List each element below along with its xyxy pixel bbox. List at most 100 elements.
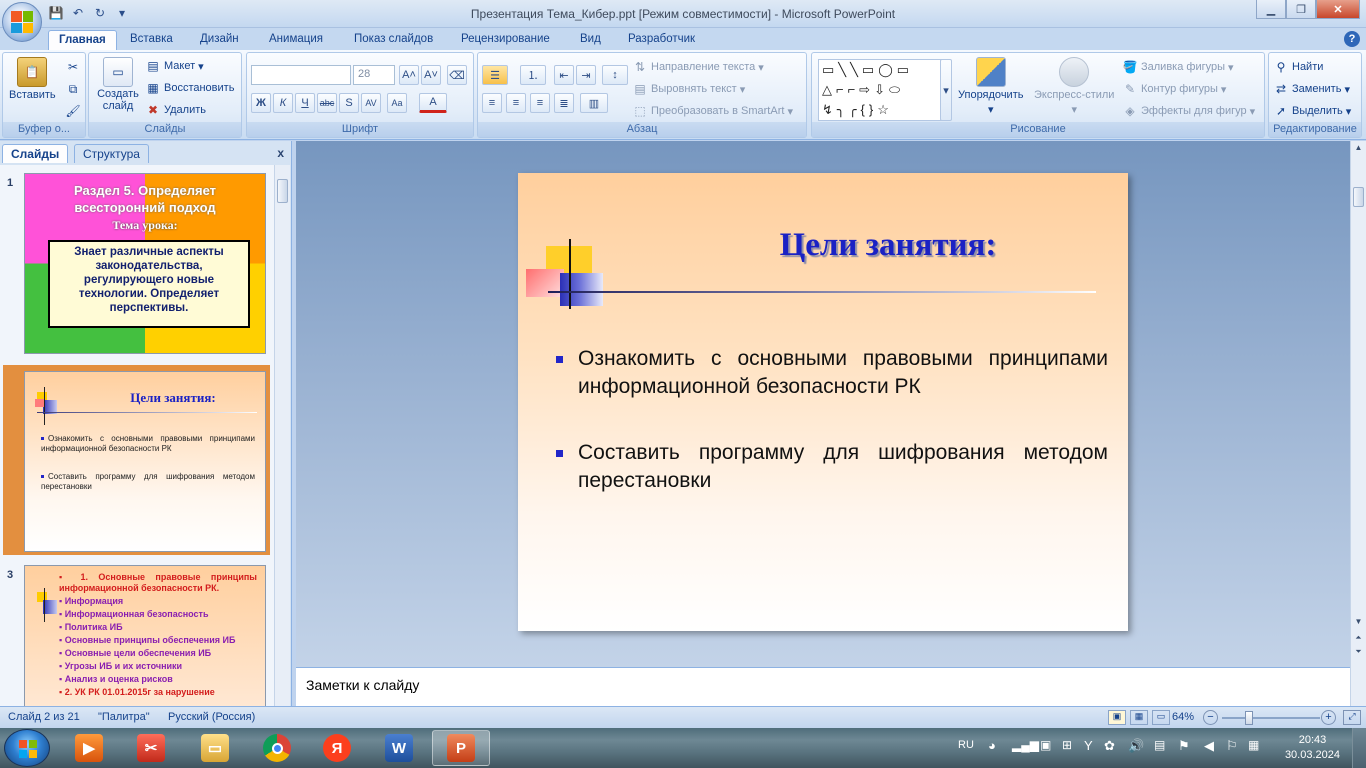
tray-icon-2[interactable]: ▤: [1154, 738, 1165, 752]
tab-slides[interactable]: Слайды: [2, 144, 69, 163]
shadow-button[interactable]: S: [339, 93, 359, 113]
font-color-button[interactable]: A: [419, 93, 447, 113]
scroll-up-icon[interactable]: ▲: [1353, 143, 1364, 154]
underline-button[interactable]: Ч: [295, 93, 315, 113]
find-button[interactable]: ⚲ Найти: [1273, 59, 1324, 75]
slide-thumbnail-2[interactable]: Цели занятия: Ознакомить с основными пра…: [24, 371, 266, 552]
taskbar-explorer[interactable]: ▭: [186, 730, 244, 766]
tab-slideshow[interactable]: Показ слайдов: [354, 30, 433, 50]
notes-pane[interactable]: Заметки к слайду: [296, 667, 1350, 706]
flag-icon[interactable]: ⚑: [1178, 738, 1190, 754]
format-painter-icon[interactable]: 🖌: [65, 103, 81, 119]
quick-styles-button[interactable]: Экспресс-стили ▾: [1034, 57, 1114, 116]
taskbar-app-red[interactable]: ✂: [122, 730, 180, 766]
tab-view[interactable]: Вид: [580, 30, 601, 50]
tray-app-icon[interactable]: ▣: [1040, 738, 1051, 752]
taskbar-word[interactable]: W: [370, 730, 428, 766]
start-button[interactable]: [4, 729, 50, 767]
tab-design[interactable]: Дизайн: [200, 30, 239, 50]
zoom-in-icon[interactable]: +: [1321, 710, 1336, 725]
fit-window-icon[interactable]: ⤢: [1343, 710, 1361, 725]
network-icon[interactable]: ⊞: [1062, 738, 1072, 752]
tab-developer[interactable]: Разработчик: [628, 30, 695, 50]
scroll-down-icon[interactable]: ▼: [1353, 617, 1364, 628]
strikethrough-button[interactable]: abc: [317, 93, 337, 113]
taskbar-yandex[interactable]: Я: [308, 730, 366, 766]
tab-insert[interactable]: Вставка: [130, 30, 173, 50]
shapes-more-button[interactable]: ▾: [940, 59, 952, 121]
slide-bullets[interactable]: Ознакомить с основными правовыми принцип…: [556, 345, 1108, 533]
align-left-button[interactable]: ≡: [482, 93, 502, 113]
decrease-indent-button[interactable]: ⇤: [554, 65, 574, 85]
cut-icon[interactable]: ✂: [65, 59, 81, 75]
columns-button[interactable]: ▥: [580, 93, 608, 113]
tab-review[interactable]: Рецензирование: [461, 30, 550, 50]
bullets-button[interactable]: ☰: [482, 65, 508, 85]
reset-button[interactable]: ▦ Восстановить: [145, 80, 234, 96]
slide-thumbnail-1[interactable]: Раздел 5. Определяет всесторонний подход…: [24, 173, 266, 354]
font-size-combo[interactable]: 28: [353, 65, 395, 85]
numbering-button[interactable]: ⒈: [520, 65, 546, 85]
yandex-tray-icon[interactable]: Y: [1084, 738, 1093, 753]
scroll-thumb[interactable]: [277, 179, 288, 203]
tab-outline[interactable]: Структура: [74, 144, 149, 163]
clock[interactable]: 20:43 30.03.2024: [1285, 733, 1340, 763]
shape-effects-button[interactable]: ◈ Эффекты для фигур ▾: [1122, 103, 1255, 119]
signal-icon[interactable]: ▂▄▆: [1012, 738, 1039, 752]
language-indicator[interactable]: Русский (Россия): [168, 711, 255, 723]
close-panel-icon[interactable]: x: [277, 146, 284, 160]
delete-slide-button[interactable]: ✖ Удалить: [145, 102, 206, 118]
bold-button[interactable]: Ж: [251, 93, 271, 113]
shape-outline-button[interactable]: ✎ Контур фигуры ▾: [1122, 81, 1226, 97]
settings-icon[interactable]: ✿: [1104, 738, 1115, 754]
smartart-button[interactable]: ⬚ Преобразовать в SmartArt ▾: [632, 103, 793, 119]
italic-button[interactable]: К: [273, 93, 293, 113]
taskbar-powerpoint[interactable]: P: [432, 730, 490, 766]
office-button[interactable]: [2, 2, 42, 42]
shapes-gallery[interactable]: ▭╲╲▭◯▭ △⌐⌐⇨⇩⬭ ↯╮╭{}☆: [818, 59, 944, 121]
zoom-slider-thumb[interactable]: [1245, 711, 1253, 725]
normal-view-icon[interactable]: ▣: [1108, 710, 1126, 725]
slides-scrollbar[interactable]: [274, 165, 290, 706]
sorter-view-icon[interactable]: ▦: [1130, 710, 1148, 725]
line-spacing-button[interactable]: ↕: [602, 65, 628, 85]
new-slide-button[interactable]: ▭ Создать слайд: [93, 57, 143, 112]
taskbar-chrome[interactable]: [248, 730, 306, 766]
tab-home[interactable]: Главная: [48, 30, 117, 50]
prev-slide-icon[interactable]: ⏶: [1353, 633, 1364, 644]
flag-x-icon[interactable]: ⚐: [1226, 738, 1238, 754]
shape-fill-button[interactable]: 🪣 Заливка фигуры ▾: [1122, 59, 1234, 75]
increase-indent-button[interactable]: ⇥: [576, 65, 596, 85]
maximize-button[interactable]: ❐: [1286, 0, 1316, 19]
zoom-slider[interactable]: [1222, 717, 1320, 719]
grow-font-button[interactable]: A˄: [399, 65, 419, 85]
minimize-button[interactable]: ▁: [1256, 0, 1286, 19]
align-right-button[interactable]: ≡: [530, 93, 550, 113]
slide-thumbnail-3[interactable]: ▪ 1. Основные правовые принципы информац…: [24, 565, 266, 706]
paste-button[interactable]: 📋 Вставить: [9, 57, 56, 101]
input-language[interactable]: RU: [958, 739, 974, 751]
spacing-button[interactable]: AV: [361, 93, 381, 113]
current-slide[interactable]: Цели занятия: Ознакомить с основными пра…: [518, 173, 1128, 631]
zoom-out-icon[interactable]: −: [1203, 710, 1218, 725]
show-desktop-button[interactable]: [1352, 728, 1366, 768]
layout-button[interactable]: ▤ Макет ▾: [145, 58, 203, 74]
shrink-font-button[interactable]: A˅: [421, 65, 441, 85]
main-scrollbar[interactable]: ▲ ▼ ⏶ ⏷: [1350, 141, 1366, 706]
case-button[interactable]: Aa: [387, 93, 407, 113]
next-slide-icon[interactable]: ⏷: [1353, 647, 1364, 658]
zoom-level[interactable]: 64%: [1172, 711, 1194, 723]
clear-format-button[interactable]: ⌫: [447, 65, 467, 85]
slide-title[interactable]: Цели занятия:: [668, 227, 1108, 264]
align-text-button[interactable]: ▤ Выровнять текст ▾: [632, 81, 745, 97]
volume-icon[interactable]: 🔊: [1128, 738, 1144, 754]
tray-icon[interactable]: ◕: [988, 738, 996, 753]
scroll-thumb[interactable]: [1353, 187, 1364, 207]
font-name-combo[interactable]: [251, 65, 351, 85]
help-icon[interactable]: ?: [1344, 31, 1360, 47]
taskbar-media-player[interactable]: ▶: [60, 730, 118, 766]
text-direction-button[interactable]: ⇅ Направление текста ▾: [632, 59, 764, 75]
close-button[interactable]: ✕: [1316, 0, 1360, 19]
arrange-button[interactable]: Упорядочить ▾: [958, 57, 1023, 116]
slideshow-view-icon[interactable]: ▭: [1152, 710, 1170, 725]
